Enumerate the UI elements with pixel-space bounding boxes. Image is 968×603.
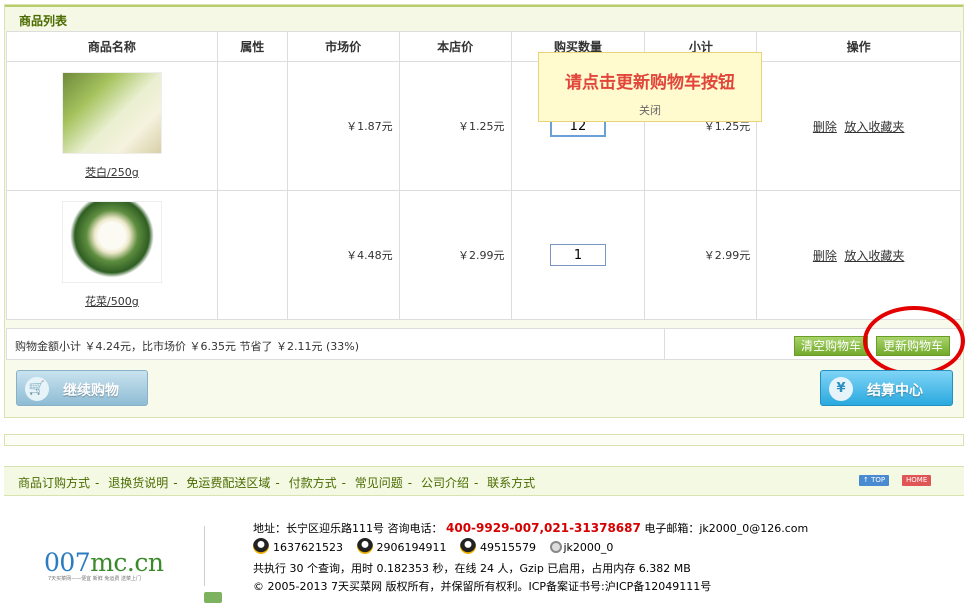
address-text: 地址：长宁区迎乐路111号 咨询电话： bbox=[253, 522, 443, 535]
update-cart-tooltip: 请点击更新购物车按钮 关闭 bbox=[538, 52, 762, 122]
col-header-market-price: 市场价 bbox=[286, 31, 400, 62]
ops-cell: 删除 放入收藏夹 bbox=[756, 190, 961, 320]
ops-cell: 删除 放入收藏夹 bbox=[756, 61, 961, 191]
product-cell: 花菜/500g bbox=[6, 190, 218, 320]
add-favorite-link[interactable]: 放入收藏夹 bbox=[844, 120, 904, 134]
footer-address-line: 地址：长宁区迎乐路111号 咨询电话： 400-9929-007,021-313… bbox=[253, 520, 808, 536]
badge-icon[interactable] bbox=[204, 592, 222, 603]
qq-contact[interactable]: 49515579 bbox=[460, 538, 536, 554]
footer-contacts-line: 1637621523 2906194911 49515579 jk2000_0 bbox=[253, 538, 623, 554]
market-price-cell: ￥4.48元 bbox=[286, 190, 400, 320]
tooltip-close-link[interactable]: 关闭 bbox=[539, 102, 761, 118]
footer-copyright: © 2005-2013 7天买菜网 版权所有，并保留所有权利。ICP备案证书号:… bbox=[253, 580, 712, 593]
divider bbox=[204, 526, 205, 586]
checkout-label: 结算中心 bbox=[867, 383, 923, 399]
footer-link-returns[interactable]: 退换货说明 bbox=[108, 476, 168, 490]
cart-summary-text: 购物金额小计 ￥4.24元，比市场价 ￥6.35元 节省了 ￥2.11元 (33… bbox=[15, 340, 359, 353]
footer-link-contact[interactable]: 联系方式 bbox=[487, 476, 535, 490]
footer-link-order[interactable]: 商品订购方式 bbox=[18, 476, 90, 490]
quantity-input[interactable] bbox=[549, 244, 606, 266]
qty-cell bbox=[510, 190, 646, 320]
wangwang-contact[interactable]: jk2000_0 bbox=[549, 541, 613, 554]
footer-links: 商品订购方式 - 退换货说明 - 免运费配送区域 - 付款方式 - 常见问题 - 公司介绍… bbox=[18, 476, 536, 490]
cart-table: 商品名称 属性 市场价 本店价 购买数量 小计 操作 茭白/250g ￥1.87… bbox=[6, 31, 961, 320]
clear-cart-button[interactable]: 清空购物车 bbox=[794, 336, 869, 356]
logo-tagline: 7天买菜网——便宜 新鲜 免运费 送菜上门 bbox=[48, 576, 141, 582]
table-row: 花菜/500g ￥4.48元 ￥2.99元 ￥2.99元 删除 放入收藏夹 bbox=[6, 190, 961, 320]
col-header-ops: 操作 bbox=[756, 31, 961, 62]
footer-nav: 商品订购方式 - 退换货说明 - 免运费配送区域 - 付款方式 - 常见问题 - 公司介绍… bbox=[4, 466, 964, 496]
table-header-row: 商品名称 属性 市场价 本店价 购买数量 小计 操作 bbox=[6, 31, 961, 62]
delete-link[interactable]: 删除 bbox=[813, 249, 837, 263]
shop-price-cell: ￥1.25元 bbox=[398, 61, 512, 191]
qq-icon bbox=[253, 538, 269, 554]
col-header-name: 商品名称 bbox=[6, 31, 218, 62]
cart-title: 商品列表 bbox=[19, 14, 68, 28]
tooltip-message: 请点击更新购物车按钮 bbox=[565, 73, 735, 93]
subtotal-cell: ￥2.99元 bbox=[644, 190, 758, 320]
footer-link-free-delivery[interactable]: 免运费配送区域 bbox=[186, 476, 270, 490]
continue-shopping-label: 继续购物 bbox=[63, 383, 119, 399]
shop-price-cell: ￥2.99元 bbox=[398, 190, 512, 320]
attr-cell bbox=[216, 61, 288, 191]
footer-stats: 共执行 30 个查询，用时 0.182353 秒，在线 24 人，Gzip 已启… bbox=[253, 562, 691, 575]
footer-link-payment[interactable]: 付款方式 bbox=[289, 476, 337, 490]
footer-link-faq[interactable]: 常见问题 bbox=[355, 476, 403, 490]
yen-icon: ¥ bbox=[829, 377, 853, 401]
attr-cell bbox=[216, 190, 288, 320]
product-image[interactable] bbox=[61, 201, 162, 283]
divider bbox=[664, 329, 665, 359]
product-image[interactable] bbox=[61, 72, 162, 154]
add-favorite-link[interactable]: 放入收藏夹 bbox=[844, 249, 904, 263]
phone-number: 400-9929-007,021-31378687 bbox=[446, 521, 641, 535]
cart-summary-row: 购物金额小计 ￥4.24元，比市场价 ￥6.35元 节省了 ￥2.11元 (33… bbox=[6, 328, 961, 360]
qq-contact[interactable]: 2906194911 bbox=[356, 538, 447, 554]
cart-icon: 🛒 bbox=[25, 377, 49, 401]
qq-icon bbox=[356, 538, 373, 554]
highlight-circle bbox=[863, 306, 965, 376]
table-row: 茭白/250g ￥1.87元 ￥1.25元 ￥1.25元 删除 放入收藏夹 bbox=[6, 61, 961, 191]
product-link[interactable]: 花菜/500g bbox=[85, 295, 139, 308]
qq-contact[interactable]: 1637621523 bbox=[253, 538, 343, 554]
top-tag[interactable]: ↑ TOP bbox=[859, 475, 890, 486]
divider-bar bbox=[4, 434, 964, 446]
home-tag[interactable]: HOME bbox=[902, 475, 932, 486]
market-price-cell: ￥1.87元 bbox=[286, 61, 400, 191]
email-text: 电子邮箱：jk2000_0@126.com bbox=[644, 522, 809, 535]
product-cell: 茭白/250g bbox=[6, 61, 218, 191]
col-header-shop-price: 本店价 bbox=[398, 31, 512, 62]
footer-link-about[interactable]: 公司介绍 bbox=[421, 476, 469, 490]
product-link[interactable]: 茭白/250g bbox=[85, 166, 139, 179]
wangwang-icon bbox=[549, 541, 562, 553]
continue-shopping-button[interactable]: 🛒 继续购物 bbox=[16, 370, 148, 406]
cart-title-bar: 商品列表 bbox=[5, 5, 963, 31]
checkout-button[interactable]: ¥ 结算中心 bbox=[820, 370, 953, 406]
qq-icon bbox=[460, 538, 476, 554]
col-header-attr: 属性 bbox=[216, 31, 288, 62]
delete-link[interactable]: 删除 bbox=[813, 120, 837, 134]
site-logo[interactable]: 007mc.cn bbox=[44, 548, 164, 577]
